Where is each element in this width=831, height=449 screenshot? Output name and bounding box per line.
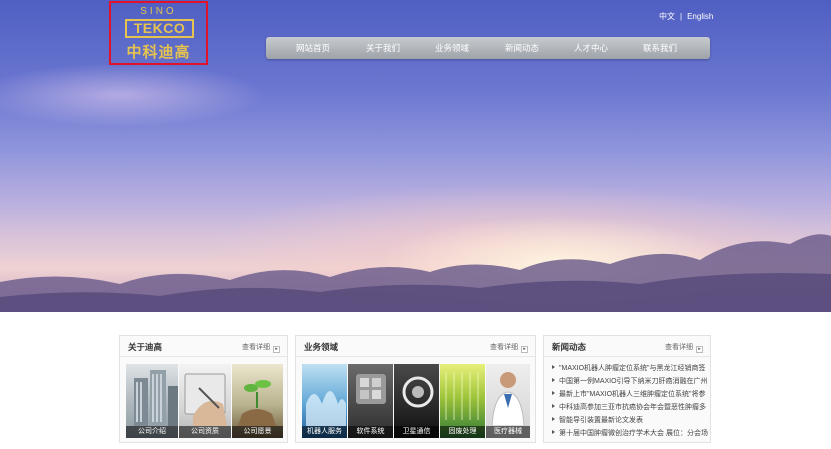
lang-english-link[interactable]: English	[687, 12, 713, 21]
nav-contact[interactable]: 联系我们	[631, 37, 689, 59]
news-item-text: "MAXIO机器人肿瘤定位系统"与黑龙江经销商签	[559, 365, 706, 372]
bullet-arrow-icon	[552, 430, 555, 434]
logo-brand-text: TEKCO	[125, 19, 194, 38]
bullet-arrow-icon	[552, 391, 555, 395]
news-item-text: 智能导引装置最新论文发表	[559, 417, 643, 424]
seedling-image	[238, 380, 276, 426]
bullet-arrow-icon	[552, 378, 555, 382]
nav-home[interactable]: 网站首页	[284, 37, 342, 59]
news-panel: 新闻动态 查看详细 ▸ "MAXIO机器人肿瘤定位系统"与黑龙江经销商签 中国第一…	[543, 335, 711, 443]
robot-service-tile[interactable]: 机器人服务	[302, 364, 347, 438]
news-more-link[interactable]: 查看详细 ▸	[665, 342, 703, 353]
news-item[interactable]: 最新上市"MAXIO机器人三维肿瘤定位系统"将参	[552, 388, 708, 401]
panel-header: 业务领域 查看详细 ▸	[296, 336, 535, 357]
company-qualification-tile[interactable]: 公司资质	[179, 364, 231, 438]
about-thumbnails: 公司介绍 公司资质 公司愿景	[126, 364, 283, 438]
more-arrow-icon: ▸	[696, 346, 703, 353]
logo-top-text: SINO	[140, 6, 177, 17]
panel-header: 关于迪高 查看详细 ▸	[120, 336, 287, 357]
nav-business[interactable]: 业务领域	[423, 37, 481, 59]
company-vision-tile[interactable]: 公司愿景	[232, 364, 283, 438]
touchscreen-image	[356, 374, 386, 404]
news-item-text: 第十届中国肿瘤微创治疗学术大会 展位：分会场	[559, 430, 708, 437]
business-panel-title: 业务领域	[304, 342, 339, 352]
more-arrow-icon: ▸	[273, 346, 280, 353]
bullet-arrow-icon	[552, 417, 555, 421]
news-item[interactable]: 智能导引装置最新论文发表	[552, 414, 708, 427]
news-panel-title: 新闻动态	[552, 342, 587, 352]
business-thumbnails: 机器人服务 软件系统 卫星通信 固废处理 医疗器械	[302, 364, 530, 438]
nav-news[interactable]: 新闻动态	[493, 37, 551, 59]
news-item-text: 中国第一例MAXIO引导下纳米刀肝癌消融在广州	[559, 378, 708, 385]
news-item[interactable]: "MAXIO机器人肿瘤定位系统"与黑龙江经销商签	[552, 362, 708, 375]
tile-caption: 公司愿景	[232, 426, 283, 438]
satellite-comm-tile[interactable]: 卫星通信	[394, 364, 439, 438]
doctor-image	[491, 372, 525, 427]
nav-talent[interactable]: 人才中心	[562, 37, 620, 59]
software-system-tile[interactable]: 软件系统	[348, 364, 393, 438]
main-nav: 网站首页 关于我们 业务领域 新闻动态 人才中心 联系我们	[266, 37, 710, 59]
news-item[interactable]: 中科迪高参加三亚市抗癌协会年会暨恶性肿瘤多	[552, 401, 708, 414]
tile-caption: 公司介绍	[126, 426, 178, 438]
panel-header: 新闻动态 查看详细 ▸	[544, 336, 710, 357]
waste-treatment-tile[interactable]: 固废处理	[440, 364, 485, 438]
logo-chinese-text: 中科迪高	[126, 44, 191, 61]
water-splash-image	[306, 391, 346, 426]
tile-caption: 软件系统	[348, 426, 393, 438]
more-arrow-icon: ▸	[521, 346, 528, 353]
news-item-text: 中科迪高参加三亚市抗癌协会年会暨恶性肿瘤多	[559, 404, 706, 411]
tile-caption: 医疗器械	[486, 426, 530, 438]
business-panel: 业务领域 查看详细 ▸ 机器人服务 软件系统 卫星通信 固废处理 医疗器械	[295, 335, 536, 443]
fiber-optic-image	[402, 376, 434, 408]
lang-chinese-link[interactable]: 中文	[659, 11, 675, 22]
about-panel: 关于迪高 查看详细 ▸ 公司介绍 公司资质 公司愿景	[119, 335, 288, 443]
news-list: "MAXIO机器人肿瘤定位系统"与黑龙江经销商签 中国第一例MAXIO引导下纳米…	[552, 362, 708, 440]
tile-caption: 公司资质	[179, 426, 231, 438]
company-intro-tile[interactable]: 公司介绍	[126, 364, 178, 438]
cloud-silhouette	[0, 234, 831, 312]
tile-caption: 卫星通信	[394, 426, 439, 438]
building-image	[134, 370, 178, 426]
about-more-link[interactable]: 查看详细 ▸	[242, 342, 280, 353]
bullet-arrow-icon	[552, 365, 555, 369]
language-switcher: 中文 | English	[659, 11, 713, 22]
news-item[interactable]: 中国第一例MAXIO引导下纳米刀肝癌消融在广州	[552, 375, 708, 388]
more-label: 查看详细	[490, 344, 518, 351]
hand-pen-image	[184, 373, 227, 426]
about-panel-title: 关于迪高	[128, 342, 163, 352]
tile-caption: 固废处理	[440, 426, 485, 438]
logo[interactable]: SINO TEKCO 中科迪高	[109, 1, 208, 65]
news-item-text: 最新上市"MAXIO机器人三维肿瘤定位系统"将参	[559, 391, 706, 398]
nav-about[interactable]: 关于我们	[354, 37, 412, 59]
more-label: 查看详细	[665, 344, 693, 351]
green-abstract-image	[445, 372, 479, 420]
lang-separator: |	[680, 12, 683, 21]
tile-caption: 机器人服务	[302, 426, 347, 438]
business-more-link[interactable]: 查看详细 ▸	[490, 342, 528, 353]
news-item[interactable]: 第十届中国肿瘤微创治疗学术大会 展位：分会场	[552, 427, 708, 440]
more-label: 查看详细	[242, 344, 270, 351]
bullet-arrow-icon	[552, 404, 555, 408]
medical-device-tile[interactable]: 医疗器械	[486, 364, 530, 438]
